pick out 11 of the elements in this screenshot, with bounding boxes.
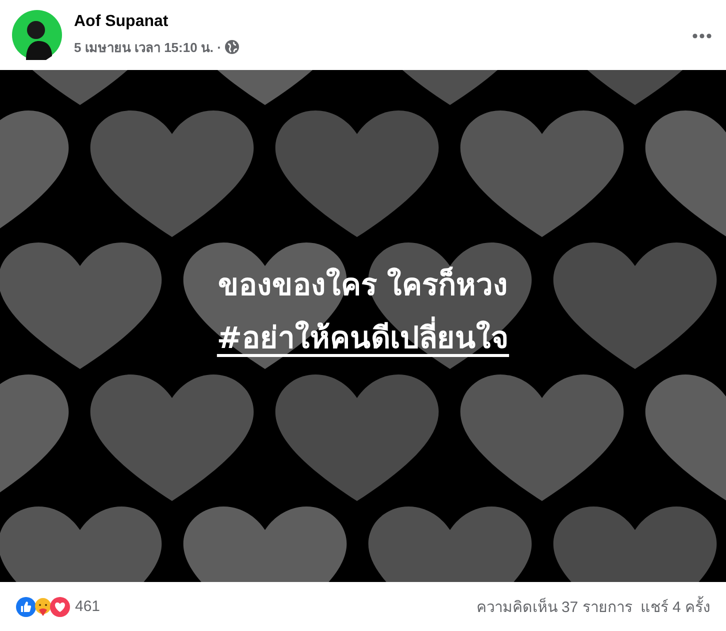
comment-count[interactable]: ความคิดเห็น 37 รายการ <box>476 594 632 618</box>
globe-icon <box>225 40 240 54</box>
post-date[interactable]: 5 เมษายน เวลา 15:10 น. · <box>74 36 222 58</box>
like-icon[interactable] <box>16 596 36 616</box>
author-name[interactable]: Aof Supanat <box>74 12 680 30</box>
care-emoji-icon[interactable] <box>33 596 53 616</box>
share-count[interactable]: แชร์ 4 ครั้ง <box>640 594 710 618</box>
hashtag-link[interactable]: #อย่าให้คนดีเปลี่ยนใจ <box>216 314 510 361</box>
avatar-silhouette[interactable] <box>12 10 62 60</box>
reaction-count[interactable]: 461 <box>75 598 100 615</box>
heart-reaction-icon[interactable] <box>50 596 70 616</box>
